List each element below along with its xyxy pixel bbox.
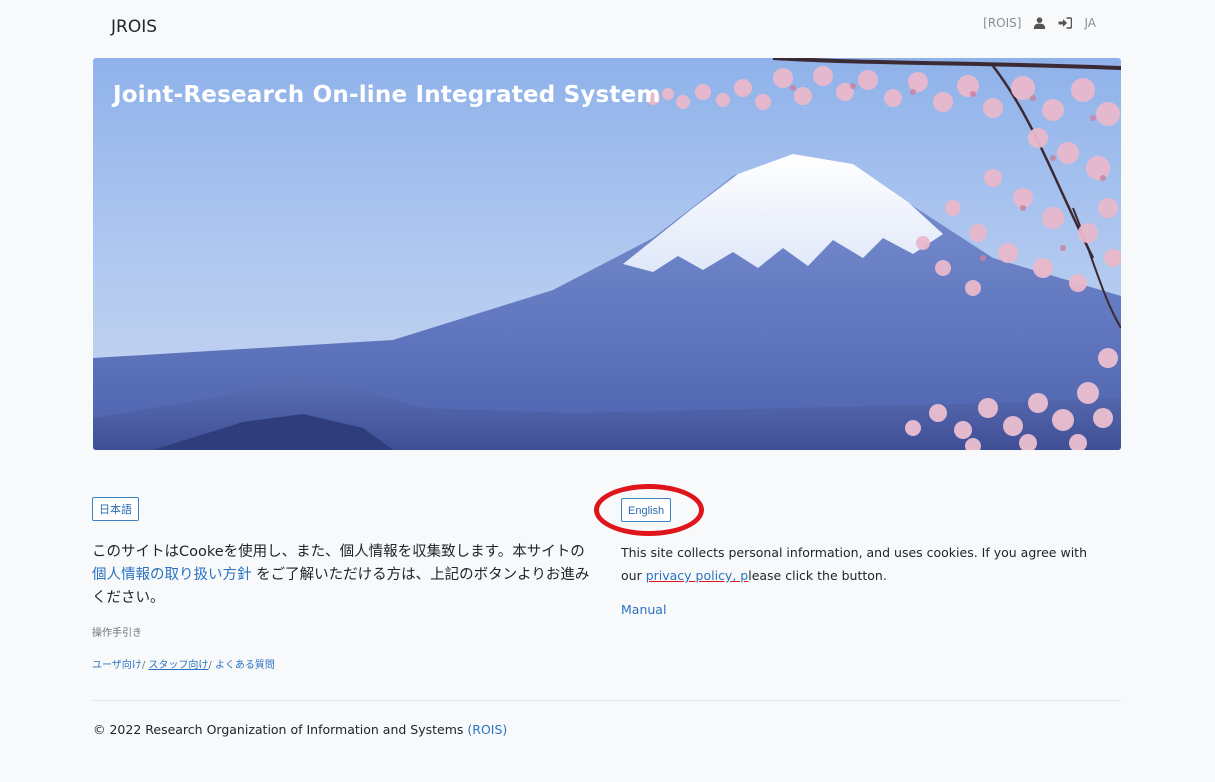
top-nav: [ROIS] JA (983, 16, 1096, 30)
english-privacy-policy-link[interactable]: privacy policy, p (646, 568, 749, 583)
sign-in-icon[interactable] (1058, 17, 1073, 29)
brand-logo[interactable]: JROIS (111, 17, 157, 37)
guide-staff-link[interactable]: スタッフ向け (148, 660, 208, 671)
english-button[interactable]: English (621, 498, 672, 522)
japanese-privacy-policy-link[interactable]: 個人情報の取り扱い方針 (92, 567, 252, 583)
guide-user-link[interactable]: ユーザ向け (92, 660, 142, 671)
manual-link[interactable]: Manual (621, 602, 666, 617)
guide-faq-link[interactable]: よくある質問 (215, 660, 275, 671)
footer: © 2022 Research Organization of Informat… (93, 722, 507, 737)
guide-links: ユーザ向け/ スタッフ向け/ よくある質問 (92, 656, 275, 671)
guide-label: 操作手引き (92, 628, 142, 639)
user-icon[interactable] (1033, 17, 1046, 29)
rois-link[interactable]: (ROIS) (467, 722, 507, 737)
english-notice-text-2: lease click the button. (748, 568, 887, 583)
org-label[interactable]: [ROIS] (983, 16, 1021, 30)
japanese-notice-text-1: このサイトはCookeを使用し、また、個人情報を収集致します。本サイトの (92, 544, 585, 560)
footer-divider (93, 700, 1121, 701)
hero-image (93, 58, 1121, 450)
english-notice: This site collects personal information,… (621, 541, 1111, 587)
hero-banner: Joint-Research On-line Integrated System (93, 58, 1121, 450)
language-toggle[interactable]: JA (1084, 16, 1096, 30)
japanese-button[interactable]: 日本語 (92, 497, 139, 521)
copyright-text: © 2022 Research Organization of Informat… (93, 722, 468, 737)
hero-title: Joint-Research On-line Integrated System (113, 82, 661, 108)
page: JROIS [ROIS] JA Joint-Research On-line I… (0, 0, 1215, 782)
japanese-notice: このサイトはCookeを使用し、また、個人情報を収集致します。本サイトの 個人情… (92, 541, 597, 610)
